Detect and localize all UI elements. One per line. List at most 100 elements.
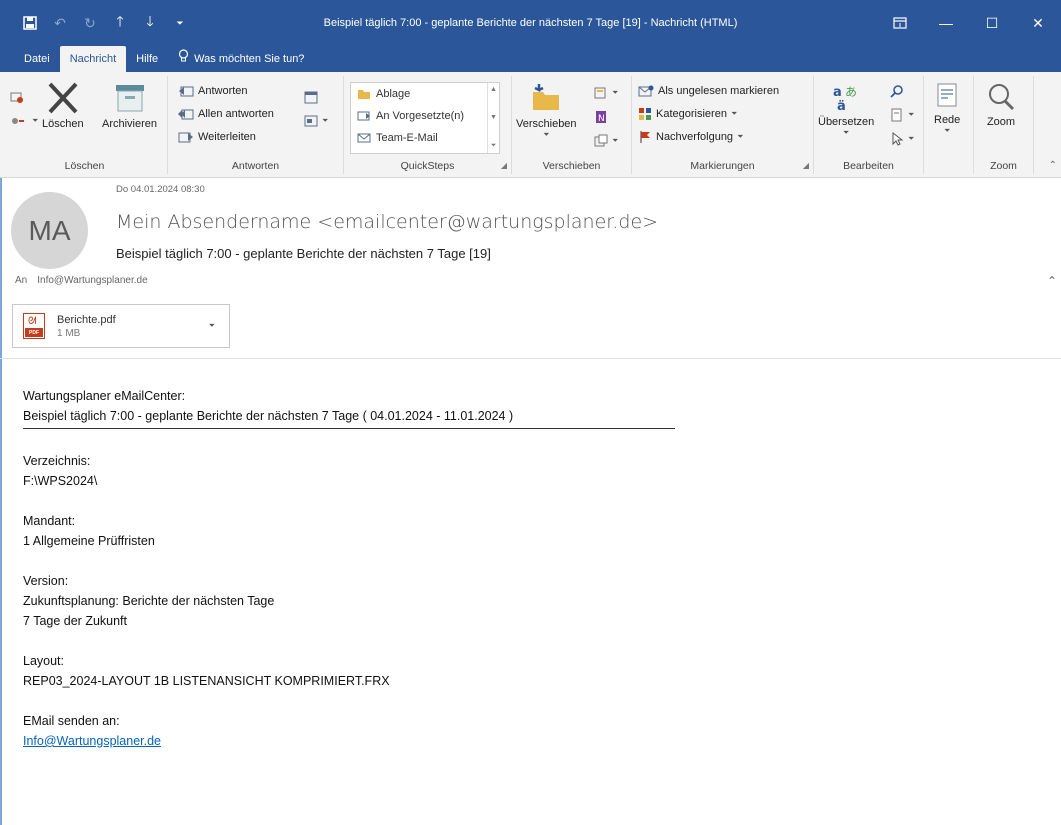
group-label-antworten: Antworten — [231, 160, 280, 172]
maximize-icon[interactable]: ☐ — [969, 0, 1015, 46]
tell-me-label: Was möchten Sie tun? — [194, 53, 305, 65]
save-icon[interactable] — [18, 11, 42, 35]
quickstep-team-email[interactable]: Team-E-Mail — [351, 127, 499, 149]
group-zoom: Zoom Zoom — [974, 76, 1034, 174]
pdf-icon: ᘛ PDF — [23, 313, 45, 339]
find-icon — [890, 84, 904, 98]
group-label-zoom: Zoom — [990, 160, 1017, 172]
redo-icon[interactable]: ↻ — [78, 11, 102, 35]
zoom-button[interactable]: Zoom — [986, 82, 1016, 128]
meeting-reply-button[interactable] — [304, 86, 318, 108]
tab-datei[interactable]: Datei — [14, 46, 60, 72]
forward-manager-icon — [357, 110, 371, 122]
categorize-button[interactable]: Kategorisieren ⏷ — [638, 103, 737, 125]
message-body: Wartungsplaner eMailCenter: Beispiel täg… — [23, 386, 675, 771]
email-icon — [357, 132, 371, 144]
customize-qat-icon[interactable]: ⏷ — [168, 11, 192, 35]
move-button[interactable]: Verschieben ⏷ — [516, 82, 577, 140]
group-sprache: Rede ⏷ — [924, 76, 974, 174]
select-cursor-icon — [890, 132, 904, 146]
group-loeschen: ⏷ Löschen Archivieren Löschen — [2, 76, 168, 174]
related-icon — [890, 108, 904, 122]
scroll-down-icon[interactable]: ▼ — [490, 114, 497, 121]
quick-access-toolbar: ↶ ↻ 🡑 🡓 ⏷ — [0, 0, 192, 46]
svg-text:あ: あ — [845, 85, 857, 99]
quickstep-vorgesetzte[interactable]: An Vorgesetzte(n) — [351, 105, 499, 127]
undo-icon[interactable]: ↶ — [48, 11, 72, 35]
send-to-link[interactable]: Info@Wartungsplaner.de — [23, 734, 161, 748]
quicksteps-dialog-launcher-icon[interactable]: ◢ — [501, 161, 507, 170]
rules-icon — [594, 86, 608, 100]
group-verschieben: Verschieben ⏷ ⏷ N ⏷ Verschieben — [512, 76, 632, 174]
rules-button[interactable]: ⏷ — [594, 82, 618, 104]
meeting-icon — [304, 90, 318, 104]
actions-icon — [594, 134, 608, 148]
ribbon-display-options-icon[interactable] — [877, 0, 923, 46]
attachment-card[interactable]: ᘛ PDF Berichte.pdf 1 MB ⏷ — [12, 304, 230, 348]
ribbon-tab-bar: Datei Nachricht Hilfe Was möchten Sie tu… — [0, 46, 1061, 72]
scroll-up-icon[interactable]: ▲ — [490, 86, 497, 93]
ignore-conversation-button[interactable] — [10, 86, 24, 108]
reply-all-icon — [178, 107, 194, 121]
group-antworten: Antworten Allen antworten Weiterleiten ⏷ — [168, 76, 344, 174]
more-respond-button[interactable]: ⏷ — [304, 110, 328, 132]
collapse-header-icon[interactable]: ⌃ — [1047, 274, 1057, 288]
version-line1: Zukunftsplanung: Berichte der nächsten T… — [23, 594, 275, 608]
select-button[interactable]: ⏷ — [890, 128, 914, 150]
cleanup-icon — [10, 114, 28, 128]
onenote-button[interactable]: N — [594, 106, 608, 128]
delete-button[interactable]: Löschen — [42, 82, 84, 130]
find-button[interactable] — [890, 80, 904, 102]
group-markierungen: Als ungelesen markieren Kategorisieren ⏷… — [632, 76, 814, 174]
minimize-icon[interactable]: — — [923, 0, 969, 46]
translate-button[interactable]: aあä Übersetzen ⏷ — [818, 82, 874, 138]
reply-icon — [178, 84, 194, 98]
mark-unread-icon — [638, 84, 654, 98]
attachment-menu-icon[interactable]: ⏷ — [209, 321, 215, 331]
markierungen-dialog-launcher-icon[interactable]: ◢ — [803, 161, 809, 170]
forward-button[interactable]: Weiterleiten — [178, 126, 256, 148]
ignore-icon — [10, 90, 24, 104]
forward-icon — [178, 130, 194, 144]
gallery-expand-icon[interactable]: ⏷ — [491, 142, 497, 150]
tab-nachricht[interactable]: Nachricht — [59, 46, 127, 72]
layout-value: REP03_2024-LAYOUT 1B LISTENANSICHT KOMPR… — [23, 674, 390, 688]
related-button[interactable]: ⏷ — [890, 104, 914, 126]
message-recipients: An Info@Wartungsplaner.de — [15, 275, 148, 286]
folder-icon — [357, 88, 371, 100]
attachment-name: Berichte.pdf — [57, 313, 116, 326]
actions-button[interactable]: ⏷ — [594, 130, 618, 152]
quickstep-ablage[interactable]: Ablage — [351, 83, 499, 105]
to-label: An — [15, 275, 28, 286]
onenote-icon: N — [594, 110, 608, 124]
message-sender[interactable]: Mein Absendername <emailcenter@wartungsp… — [116, 211, 658, 233]
version-line2: 7 Tage der Zukunft — [23, 614, 128, 628]
previous-item-icon[interactable]: 🡑 — [108, 11, 132, 35]
tell-me-search[interactable]: Was möchten Sie tun? — [168, 46, 314, 72]
mark-unread-button[interactable]: Als ungelesen markieren — [638, 80, 779, 102]
mandant-value: 1 Allgemeine Prüffristen — [23, 534, 155, 548]
collapse-ribbon-icon[interactable]: ⌃ — [1049, 160, 1057, 171]
attachment-size: 1 MB — [57, 327, 81, 339]
move-folder-icon — [529, 82, 563, 114]
quicksteps-scrollbar[interactable]: ▲ ▼ ⏷ — [487, 83, 499, 153]
reply-all-button[interactable]: Allen antworten — [178, 103, 274, 125]
archive-button[interactable]: Archivieren — [102, 82, 157, 130]
svg-text:N: N — [598, 114, 605, 124]
sender-avatar[interactable]: MA — [11, 192, 88, 269]
message-subject: Beispiel täglich 7:00 - geplante Bericht… — [116, 246, 491, 261]
tab-hilfe[interactable]: Hilfe — [126, 46, 168, 72]
followup-button[interactable]: Nachverfolgung ⏷ — [638, 126, 743, 148]
to-recipient[interactable]: Info@Wartungsplaner.de — [37, 275, 147, 286]
quicksteps-gallery: Ablage An Vorgesetzte(n) Team-E-Mail ▲ ▼… — [350, 82, 500, 154]
next-item-icon[interactable]: 🡓 — [138, 11, 162, 35]
cleanup-button[interactable]: ⏷ — [10, 110, 38, 132]
body-intro-line2: Beispiel täglich 7:00 - geplante Bericht… — [23, 409, 514, 423]
send-to-label: EMail senden an: — [23, 714, 120, 728]
close-icon[interactable]: ✕ — [1015, 0, 1061, 46]
reply-button[interactable]: Antworten — [178, 80, 248, 102]
read-aloud-button[interactable]: Rede ⏷ — [934, 82, 960, 136]
verzeichnis-label: Verzeichnis: — [23, 454, 91, 468]
delete-x-icon — [46, 82, 80, 114]
body-intro-line1: Wartungsplaner eMailCenter: — [23, 389, 186, 403]
